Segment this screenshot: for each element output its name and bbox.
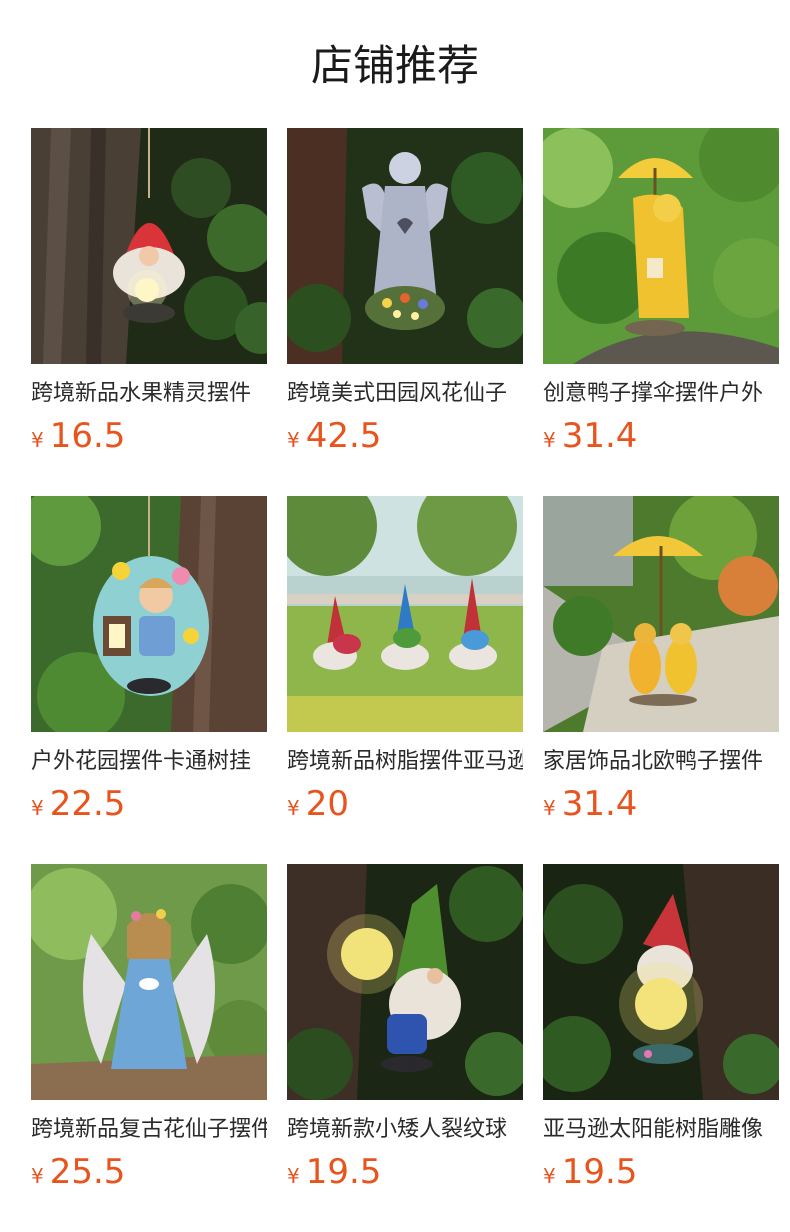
product-name[interactable]: 跨境新品树脂摆件亚马逊 [287,746,523,778]
price-value: 16.5 [49,416,126,456]
product-card[interactable]: 创意鸭子撑伞摆件户外 ¥31.4 [543,128,779,462]
product-card[interactable]: 跨境美式田园风花仙子 ¥42.5 [287,128,523,462]
product-image[interactable] [287,496,523,732]
product-image[interactable] [287,128,523,364]
product-card[interactable]: 亚马逊太阳能树脂雕像 ¥19.5 [543,864,779,1198]
currency-symbol: ¥ [543,796,556,820]
price-value: 42.5 [305,416,382,456]
product-name[interactable]: 跨境新品复古花仙子摆件 [31,1114,267,1146]
price-value: 20 [305,784,349,824]
product-image[interactable] [287,864,523,1100]
product-price: ¥31.4 [543,784,779,830]
product-image[interactable] [31,496,267,732]
product-image[interactable] [31,128,267,364]
currency-symbol: ¥ [287,428,300,452]
currency-symbol: ¥ [287,1164,300,1188]
product-card[interactable]: 跨境新款小矮人裂纹球 ¥19.5 [287,864,523,1198]
product-card[interactable]: 户外花园摆件卡通树挂 ¥22.5 [31,496,267,830]
product-price: ¥31.4 [543,416,779,462]
currency-symbol: ¥ [31,428,44,452]
product-price: ¥25.5 [31,1152,267,1198]
product-price: ¥19.5 [287,1152,523,1198]
product-image[interactable] [31,864,267,1100]
currency-symbol: ¥ [543,428,556,452]
currency-symbol: ¥ [31,1164,44,1188]
price-value: 31.4 [561,784,638,824]
product-price: ¥20 [287,784,523,830]
price-value: 31.4 [561,416,638,456]
product-name[interactable]: 跨境新款小矮人裂纹球 [287,1114,523,1146]
product-name[interactable]: 跨境新品水果精灵摆件 [31,378,267,410]
product-name[interactable]: 亚马逊太阳能树脂雕像 [543,1114,779,1146]
price-value: 22.5 [49,784,126,824]
product-name[interactable]: 户外花园摆件卡通树挂 [31,746,267,778]
page-title: 店铺推荐 [310,41,479,90]
product-name[interactable]: 创意鸭子撑伞摆件户外 [543,378,779,410]
price-value: 25.5 [49,1152,126,1192]
currency-symbol: ¥ [543,1164,556,1188]
product-card[interactable]: 跨境新品水果精灵摆件 ¥16.5 [31,128,267,462]
product-price: ¥22.5 [31,784,267,830]
product-card[interactable]: 跨境新品复古花仙子摆件 ¥25.5 [31,864,267,1198]
product-image[interactable] [543,496,779,732]
price-value: 19.5 [561,1152,638,1192]
product-name[interactable]: 跨境美式田园风花仙子 [287,378,523,410]
currency-symbol: ¥ [31,796,44,820]
product-image[interactable] [543,128,779,364]
currency-symbol: ¥ [287,796,300,820]
product-card[interactable]: 家居饰品北欧鸭子摆件 ¥31.4 [543,496,779,830]
product-price: ¥16.5 [31,416,267,462]
product-price: ¥19.5 [543,1152,779,1198]
product-card[interactable]: 跨境新品树脂摆件亚马逊 ¥20 [287,496,523,830]
price-value: 19.5 [305,1152,382,1192]
product-price: ¥42.5 [287,416,523,462]
product-name[interactable]: 家居饰品北欧鸭子摆件 [543,746,779,778]
product-image[interactable] [543,864,779,1100]
